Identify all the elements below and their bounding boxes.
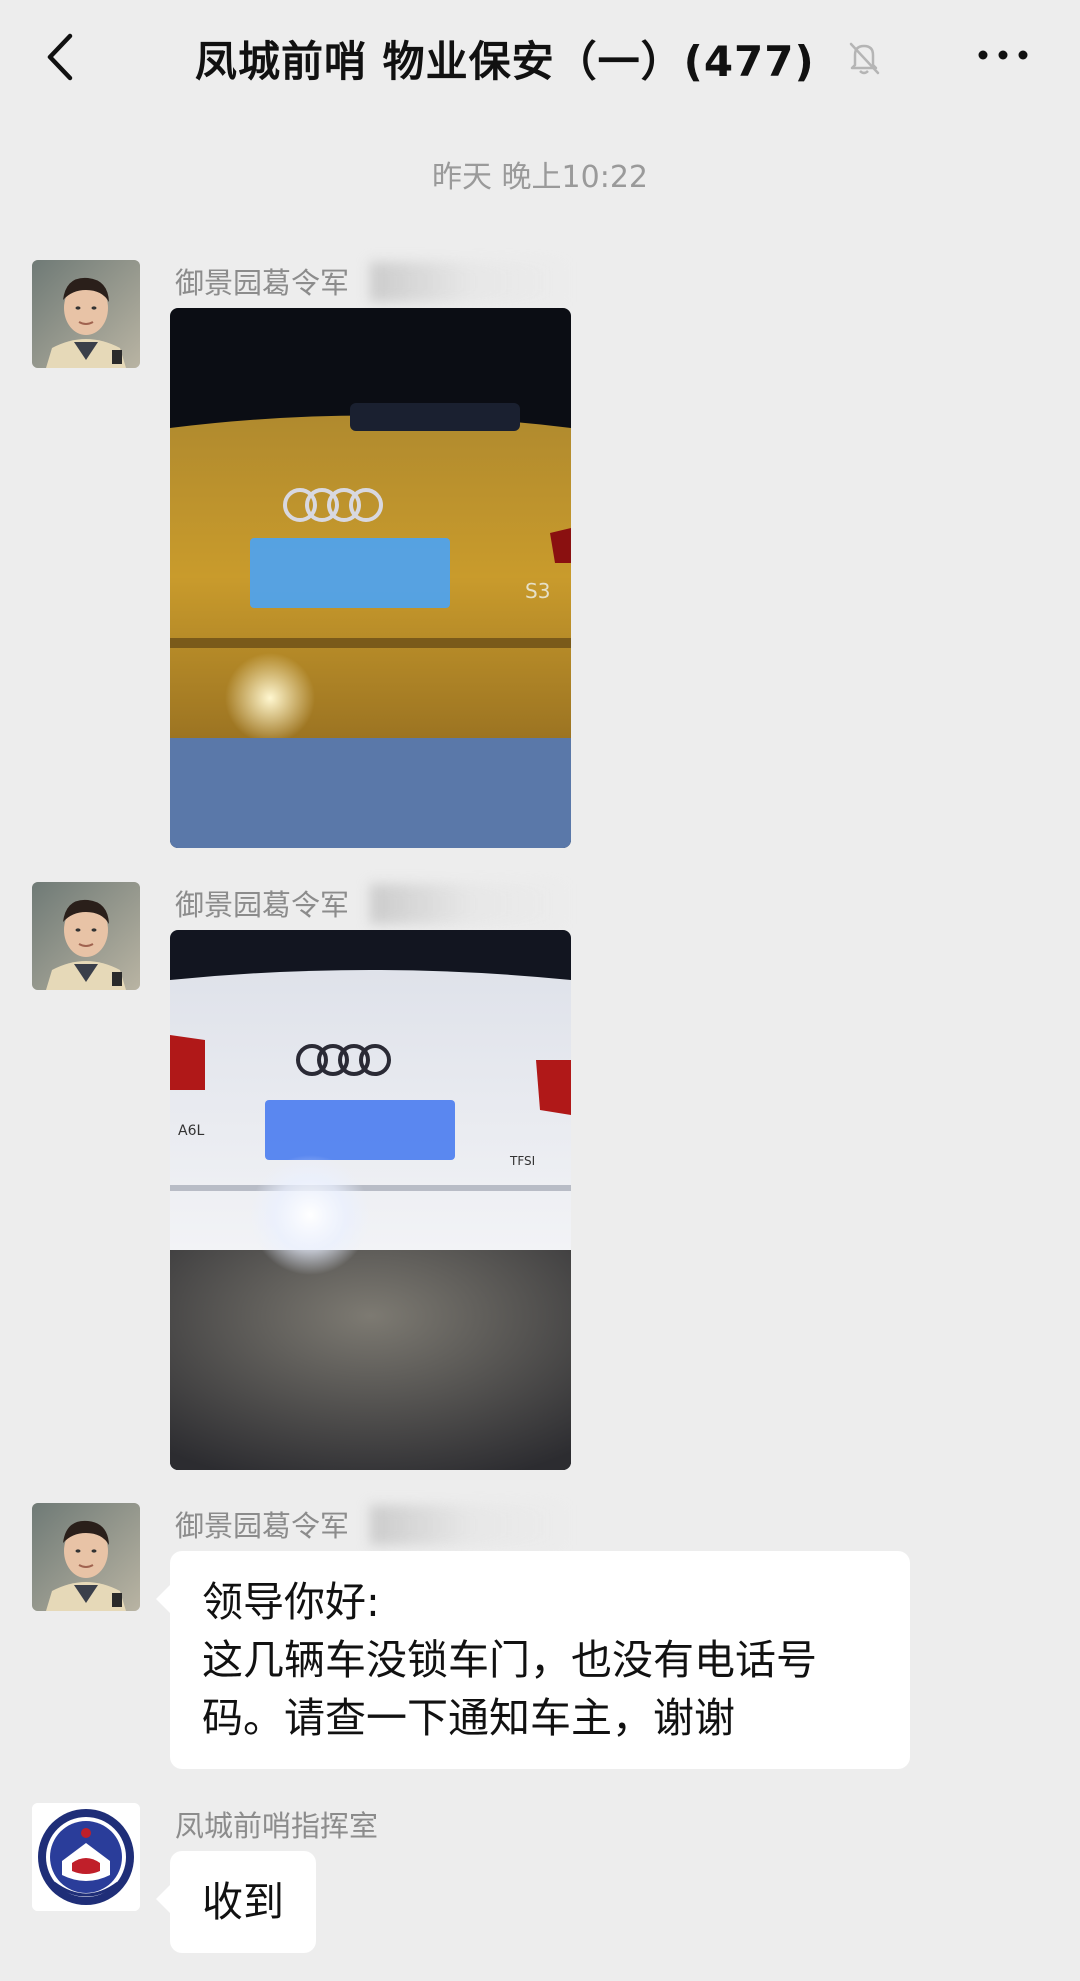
svg-text:A6L: A6L (178, 1123, 204, 1139)
message-text-line: 这几辆车没锁车门，也没有电话号 (202, 1636, 817, 1684)
more-options-icon[interactable] (975, 40, 1031, 70)
sender-name: 御景园葛令军 (175, 888, 350, 922)
message-text-line: 收到 (202, 1878, 284, 1926)
sender-name: 御景园葛令军 (175, 1509, 350, 1543)
text-message-bubble[interactable]: 领导你好: 这几辆车没锁车门，也没有电话号 码。请查一下通知车主，谢谢 (156, 1551, 910, 1769)
sender-avatar[interactable] (32, 260, 140, 368)
back-arrow-icon[interactable] (40, 30, 80, 85)
mute-bell-icon (849, 42, 880, 75)
text-message-bubble[interactable]: 收到 (156, 1851, 316, 1953)
sender-name-redacted (370, 262, 570, 302)
chat-title: 凤城前哨 物业保安（一）(477) (195, 37, 815, 86)
image-message-white-car[interactable]: A6L TFSI (170, 930, 571, 1470)
sender-name-redacted (370, 884, 570, 924)
sender-name: 御景园葛令军 (175, 266, 350, 300)
message-text-line: 码。请查一下通知车主，谢谢 (202, 1694, 735, 1742)
svg-text:S3: S3 (525, 579, 550, 603)
chat-timestamp: 昨天 晚上10:22 (432, 160, 648, 195)
sender-avatar[interactable] (32, 1803, 140, 1911)
svg-text:TFSI: TFSI (509, 1154, 535, 1168)
sender-avatar[interactable] (32, 882, 140, 990)
chat-header: 凤城前哨 物业保安（一）(477) (0, 0, 1080, 115)
sender-name-redacted (370, 1505, 570, 1545)
sender-name: 凤城前哨指挥室 (175, 1809, 379, 1843)
image-message-yellow-car[interactable]: S3 (170, 308, 571, 848)
message-text-line: 领导你好: (202, 1578, 380, 1626)
sender-avatar[interactable] (32, 1503, 140, 1611)
